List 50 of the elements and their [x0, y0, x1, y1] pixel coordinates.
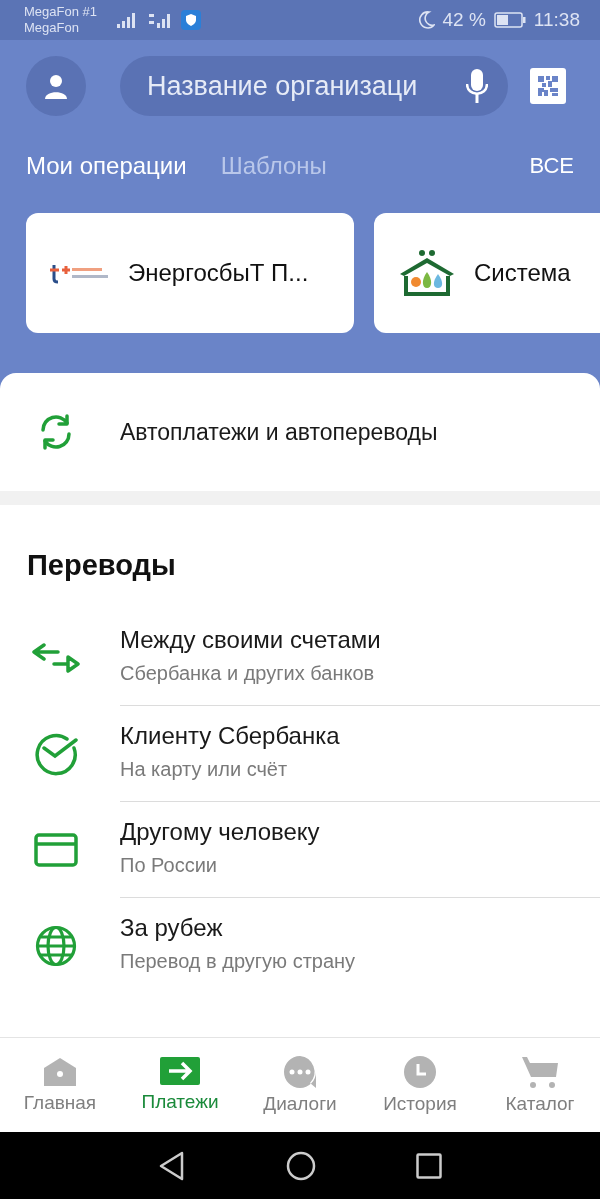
transfer-option[interactable]: За рубеж Перевод в другую страну [0, 898, 600, 993]
cart-icon [520, 1055, 560, 1089]
arrows-icon [32, 641, 80, 675]
template-card[interactable]: Система [374, 213, 600, 333]
option-subtitle: По России [120, 854, 218, 877]
clock-icon [403, 1055, 437, 1089]
template-card[interactable]: ЭнергосбыТ П... [26, 213, 354, 333]
transfer-option[interactable]: Другому человеку По России [0, 802, 600, 898]
nav-tab[interactable]: История [360, 1038, 480, 1132]
card-icon [34, 833, 78, 867]
check-circle-icon [34, 732, 78, 776]
house-logo-icon [398, 250, 456, 296]
battery-icon [493, 12, 526, 28]
qr-code-icon[interactable] [530, 68, 566, 104]
battery-percent: 42 % [442, 9, 486, 31]
moon-icon [418, 11, 435, 29]
option-title: Клиенту Сбербанка [120, 722, 341, 750]
search-field[interactable]: Название организаци [120, 56, 508, 116]
globe-icon [35, 924, 77, 967]
option-title: Между своими счетами [120, 626, 382, 654]
home-icon[interactable] [286, 1150, 316, 1181]
autopay-row[interactable]: Автоплатежи и автопереводы [0, 373, 600, 491]
shield-icon [181, 10, 201, 30]
template-name: Система [474, 259, 571, 287]
nav-tab[interactable]: Главная [0, 1038, 120, 1132]
recent-apps-icon[interactable] [416, 1152, 442, 1179]
transfer-option[interactable]: Между своими счетами Сбербанка и других банков [0, 610, 600, 706]
option-subtitle: Сбербанка и других банков [120, 662, 376, 685]
section-title: Переводы [26, 548, 177, 583]
option-title: За рубеж [120, 914, 224, 942]
option-subtitle: На карту или счёт [120, 758, 289, 781]
nav-tab[interactable]: Диалоги [240, 1038, 360, 1132]
signal-icon [147, 12, 173, 28]
nav-tab[interactable]: Платежи [120, 1038, 240, 1132]
carrier-name: MegaFon [24, 20, 80, 36]
back-icon[interactable] [158, 1150, 186, 1181]
tab[interactable]: Мои операции [26, 152, 187, 180]
transfer-option[interactable]: Клиенту Сбербанка На карту или счёт [0, 706, 600, 802]
home-icon [42, 1056, 78, 1088]
chat-bubble-icon [282, 1055, 318, 1089]
microphone-icon[interactable] [466, 69, 488, 103]
all-link[interactable]: ВСЕ [529, 153, 574, 179]
carrier-name: MegaFon #1 [24, 4, 97, 20]
option-title: Другому человеку [120, 818, 321, 846]
template-name: ЭнергосбыТ П... [128, 259, 309, 287]
person-icon [43, 73, 69, 99]
clock: 11:38 [533, 9, 580, 31]
logo-icon [50, 262, 110, 284]
option-subtitle: Перевод в другую страну [120, 950, 357, 973]
nav-tab[interactable]: Каталог [480, 1038, 600, 1132]
